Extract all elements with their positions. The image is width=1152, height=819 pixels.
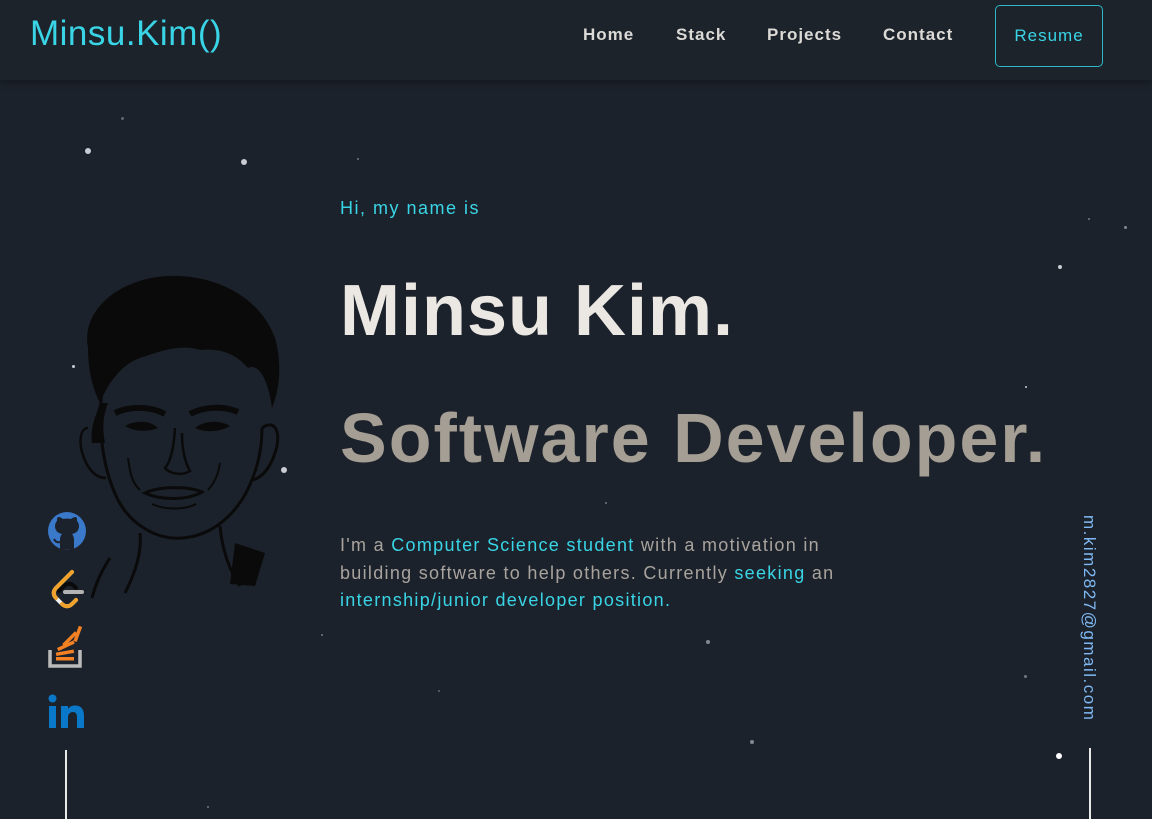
bio-highlight-position: internship/junior developer position. <box>340 590 672 610</box>
star <box>357 158 359 160</box>
bio-highlight-degree: Computer Science student <box>391 535 635 555</box>
hero-greeting: Hi, my name is <box>340 198 481 218</box>
resume-button[interactable]: Resume <box>995 5 1103 67</box>
star <box>438 690 440 692</box>
star <box>706 640 710 644</box>
github-icon[interactable] <box>46 510 88 552</box>
star <box>1124 226 1127 229</box>
star <box>605 502 607 504</box>
nav-home[interactable]: Home <box>583 25 634 45</box>
email-link[interactable]: m.kim2827@gmail.com <box>1079 515 1099 721</box>
nav-stack[interactable]: Stack <box>676 25 726 45</box>
star <box>1058 265 1062 269</box>
nav-projects[interactable]: Projects <box>767 25 842 45</box>
star <box>207 806 209 808</box>
linkedin-icon[interactable] <box>46 692 88 734</box>
nav-contact[interactable]: Contact <box>883 25 953 45</box>
hero-role: Software Developer. <box>340 399 1048 477</box>
site-logo[interactable]: Minsu.Kim() <box>30 14 222 54</box>
right-side-line <box>1089 748 1091 819</box>
bio-highlight-seeking: seeking <box>734 562 806 583</box>
hero-name: Minsu Kim. <box>340 271 735 351</box>
star <box>321 634 323 636</box>
portrait-sketch <box>79 275 280 599</box>
star <box>1056 753 1062 759</box>
bio-text: I'm a <box>340 535 392 555</box>
site-header: Minsu.Kim() Home Stack Projects Contact … <box>0 0 1152 80</box>
star <box>750 740 754 744</box>
leetcode-icon[interactable] <box>46 568 88 610</box>
star <box>85 148 91 154</box>
hero-bio: I'm a Computer Science student with a mo… <box>340 532 840 615</box>
star <box>1024 675 1027 678</box>
star <box>1025 386 1027 388</box>
bio-text: an <box>805 562 835 583</box>
stackoverflow-icon[interactable] <box>46 626 88 668</box>
left-side-line <box>65 750 67 819</box>
star <box>1088 218 1090 220</box>
star <box>241 159 247 165</box>
star <box>121 117 124 120</box>
